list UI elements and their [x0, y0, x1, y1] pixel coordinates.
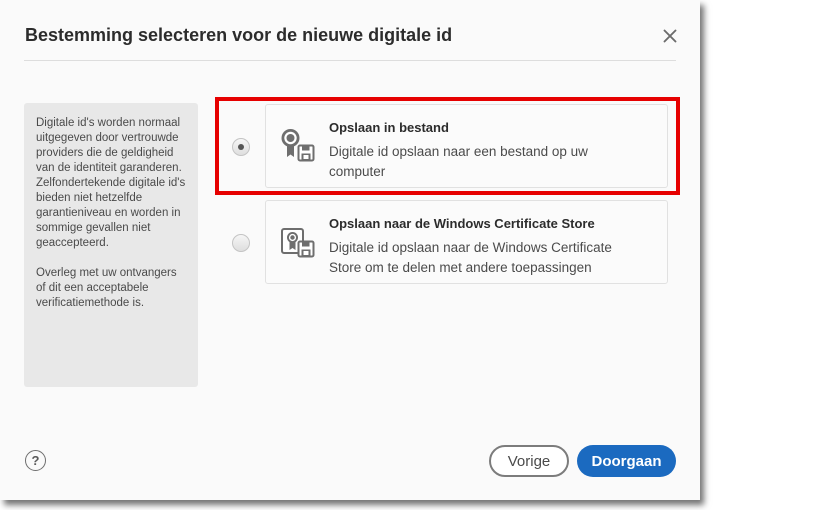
back-button[interactable]: Vorige [489, 445, 569, 477]
certificate-file-icon [281, 129, 315, 162]
option-title: Opslaan naar de Windows Certificate Stor… [329, 216, 595, 231]
close-icon [663, 29, 677, 43]
close-button[interactable] [659, 25, 681, 47]
info-panel: Digitale id's worden normaal uitgegeven … [24, 103, 198, 387]
option-title: Opslaan in bestand [329, 120, 449, 135]
radio-save-to-windows-store[interactable] [232, 234, 250, 252]
continue-button[interactable]: Doorgaan [577, 445, 676, 477]
option-save-to-file[interactable]: Opslaan in bestand Digitale id opslaan n… [265, 104, 668, 188]
option-save-to-windows-store[interactable]: Opslaan naar de Windows Certificate Stor… [265, 200, 668, 284]
title-divider [24, 60, 676, 61]
radio-save-to-file[interactable] [232, 138, 250, 156]
certificate-store-icon [281, 228, 315, 258]
help-button[interactable]: ? [25, 450, 46, 471]
info-paragraph: Overleg met uw ontvangers of dit een acc… [36, 267, 177, 309]
dialog-title: Bestemming selecteren voor de nieuwe dig… [25, 25, 453, 45]
info-paragraph: Digitale id's worden normaal uitgegeven … [36, 117, 186, 249]
help-icon: ? [31, 453, 40, 468]
option-description: Digitale id opslaan naar een bestand op … [329, 144, 588, 179]
digital-id-destination-dialog: Bestemming selecteren voor de nieuwe dig… [0, 0, 700, 500]
option-description: Digitale id opslaan naar de Windows Cert… [329, 240, 612, 275]
